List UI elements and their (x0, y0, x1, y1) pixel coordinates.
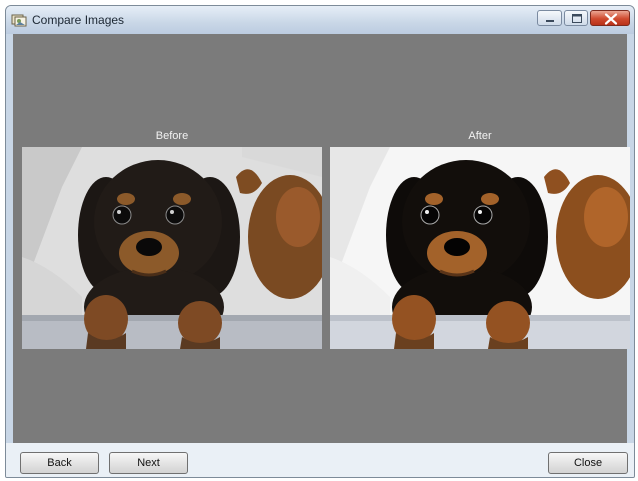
compare-area: Before After (13, 34, 630, 443)
close-window-button[interactable] (590, 10, 630, 26)
after-label: After (468, 130, 492, 142)
before-label: Before (155, 130, 189, 142)
after-puppy-photo (330, 147, 630, 349)
window-controls (537, 10, 630, 28)
before-image (22, 147, 322, 349)
window-title: Compare Images (32, 13, 125, 27)
before-puppy-photo (22, 147, 322, 349)
next-button[interactable]: Next (109, 452, 188, 474)
button-bar: Back Next Close (6, 443, 634, 477)
close-button[interactable]: Close (548, 452, 628, 474)
app-icon (11, 14, 27, 27)
maximize-icon (572, 14, 582, 23)
after-image (330, 147, 630, 349)
minimize-icon (546, 20, 554, 22)
compare-images-window: Compare Images Before After Back Next Cl… (5, 5, 635, 478)
back-button[interactable]: Back (20, 452, 99, 474)
close-icon (604, 13, 618, 25)
maximize-button[interactable] (564, 10, 588, 26)
title-bar[interactable]: Compare Images (6, 6, 634, 34)
minimize-button[interactable] (537, 10, 562, 26)
